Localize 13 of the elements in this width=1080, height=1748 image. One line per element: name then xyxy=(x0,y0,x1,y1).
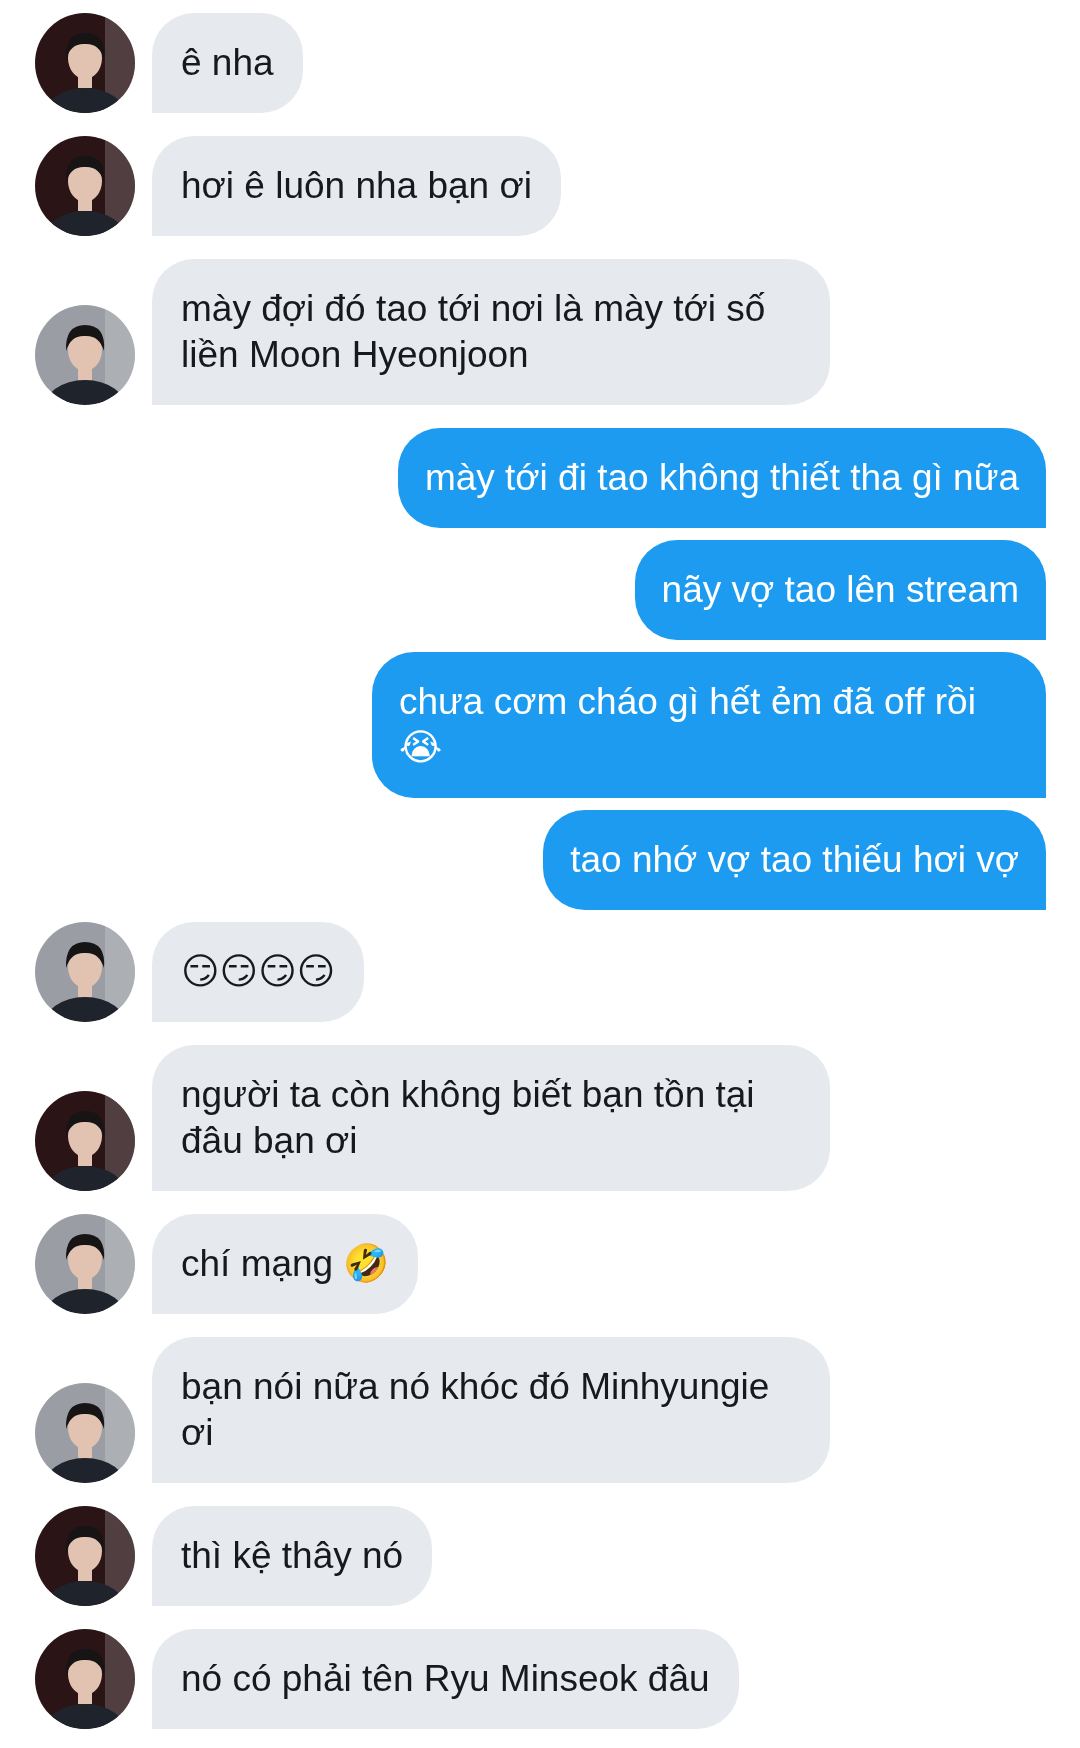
message-bubble: 😏😏😏😏 xyxy=(152,922,365,1022)
message-bubble: tao nhớ vợ tao thiếu hơi vợ xyxy=(543,810,1046,910)
message-bubble: nãy vợ tao lên stream xyxy=(634,540,1046,640)
message-bubble: bạn nói nữa nó khóc đó Minhyungie ơi xyxy=(152,1337,830,1483)
message-bubble: chí mạng 🤣 xyxy=(152,1214,419,1314)
message-bubble: mày đợi đó tao tới nơi là mày tới số liền Moon Hyeonjoon xyxy=(152,259,830,405)
message-bubble: người ta còn không biết bạn tồn tại đâu bạn ơi xyxy=(152,1045,830,1191)
message-bubble: thì kệ thây nó xyxy=(152,1506,433,1606)
message-bubble: hơi ê luôn nha bạn ơi xyxy=(152,136,561,236)
message-bubble: chưa cơm cháo gì hết ẻm đã off rồi 😭 xyxy=(372,652,1046,798)
message-bubble: ê nha xyxy=(152,13,303,113)
message-bubble: mày tới đi tao không thiết tha gì nữa xyxy=(397,428,1046,528)
message-bubble: nó có phải tên Ryu Minseok đâu xyxy=(152,1629,739,1729)
